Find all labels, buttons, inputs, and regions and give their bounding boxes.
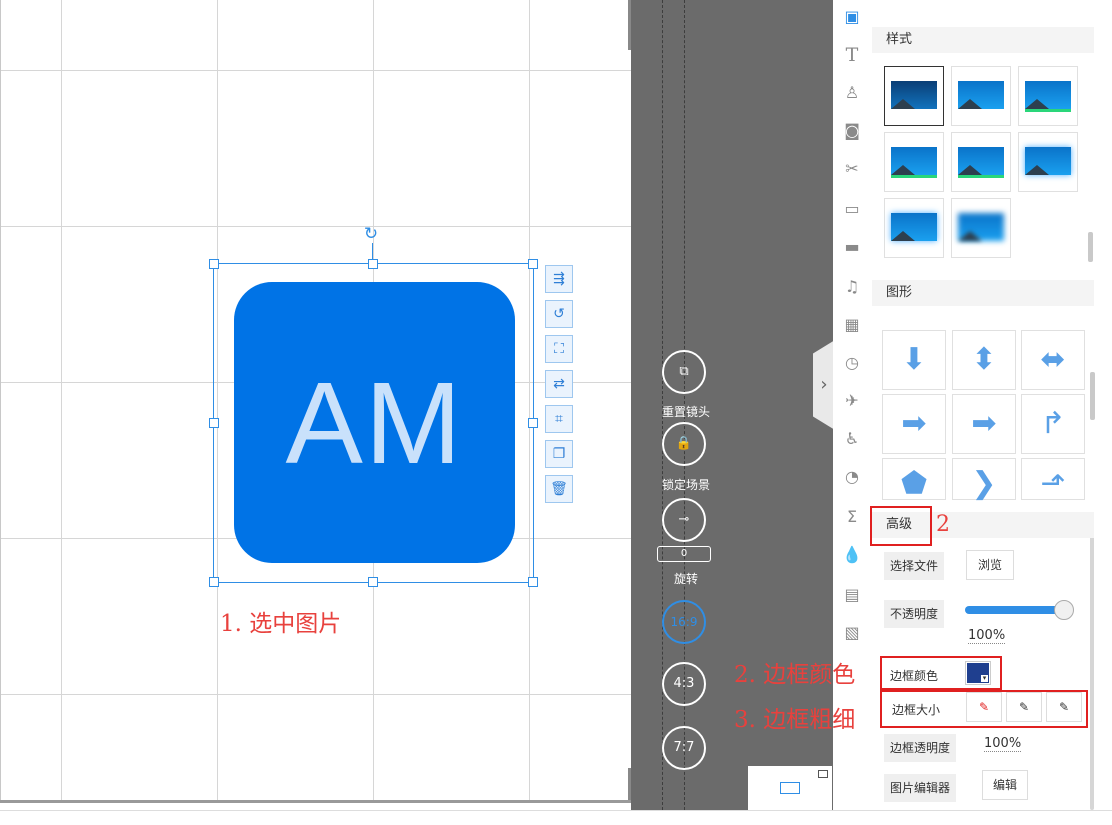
rotate-value[interactable]: 0 [657,546,711,562]
droplet-icon[interactable]: 💧 [841,544,863,566]
window-bottom [0,810,1112,825]
tag-shape[interactable]: ⬟ [882,458,946,501]
style-thumb[interactable] [1018,132,1078,192]
style-thumb[interactable] [951,132,1011,192]
image-toolbar: ⇶ ↺ ⛶ ⇄ ⌗ ❐ 🗑 [545,265,575,510]
shape-section-title: 图形 [872,280,1094,306]
resize-handle-l[interactable] [209,418,219,428]
lock-scene-button[interactable]: 🔒 [662,422,706,466]
style-thumb[interactable] [884,66,944,126]
music-icon[interactable]: ♫ [841,276,863,298]
maximize-icon[interactable] [818,770,828,778]
scanner-icon[interactable]: ▤ [841,584,863,606]
lock-scene-label: 锁定场景 [661,478,710,492]
text-icon[interactable]: T [841,44,863,66]
delete-icon[interactable]: 🗑 [545,475,573,503]
folder-icon[interactable]: ▬ [841,236,863,258]
arrow-up-turn-shape[interactable]: ⬏ [1021,458,1085,501]
edit-button[interactable]: 编辑 [982,770,1028,800]
browse-button[interactable]: 浏览 [966,550,1014,580]
plane-icon[interactable]: ✈ [841,390,863,412]
crop-icon[interactable]: ⛶ [545,335,573,363]
image-editor-label: 图片编辑器 [884,774,957,802]
layer-icon[interactable]: ❐ [545,440,573,468]
arrow-down-shape[interactable]: ⬇ [882,330,946,390]
arrow-leftright-shape[interactable]: ⬌ [1021,330,1085,390]
preview-icon [780,782,800,794]
style-thumb[interactable] [884,198,944,258]
resize-handle-br[interactable] [528,577,538,587]
arrow-right-shape[interactable]: ➡ [952,394,1016,454]
reset-lens-label: 重置镜头 [661,405,710,419]
style-thumb[interactable] [884,132,944,192]
image-text: AM [285,357,464,488]
selected-image[interactable]: AM [234,282,515,563]
style-thumb[interactable] [1018,66,1078,126]
annotation-border-color: 2. 边框颜色 [734,662,856,688]
annotation-select-image: 1. 选中图片 [220,611,342,637]
annotation-border-size: 3. 边框粗细 [734,707,856,733]
tools-icon[interactable]: ✂ [841,158,863,180]
highlight-border-size [880,690,1088,728]
sigma-icon[interactable]: Σ [841,506,863,528]
image-icon[interactable]: ▣ [841,6,863,28]
opacity-value: 100% [968,628,1006,644]
clock-icon[interactable]: ◷ [841,352,863,374]
panel-scrollbar[interactable] [1090,520,1094,810]
resize-handle-tl[interactable] [209,259,219,269]
border-opacity-value[interactable]: 100% [984,736,1022,752]
canvas-bottom-edge [0,800,632,803]
shape-scrollbar[interactable] [1090,372,1095,420]
opacity-slider-track[interactable] [965,606,1065,614]
picture-icon[interactable]: ▧ [841,622,863,644]
replace-icon[interactable]: ⇄ [545,370,573,398]
style-section-title: 样式 [872,27,1094,53]
highlight-border-color [880,656,1002,690]
style-scrollbar[interactable] [1088,232,1093,262]
camera-icon[interactable]: ◙ [841,120,863,142]
choose-file-label: 选择文件 [884,552,945,580]
pie-chart-icon[interactable]: ◔ [841,466,863,488]
speech-bubble-icon[interactable]: ▭ [841,198,863,220]
figure-icon[interactable]: ♙ [841,82,863,104]
person-icon[interactable]: ♿ [841,428,863,450]
rotate-handle-icon[interactable]: ↻ [362,225,380,243]
align-icon[interactable]: ⇶ [545,265,573,293]
annotation-advanced-number: 2 [936,512,950,537]
resize-handle-bl[interactable] [209,577,219,587]
opacity-slider-thumb[interactable] [1054,600,1074,620]
border-opacity-label: 边框透明度 [884,734,957,762]
arrow-updown-shape[interactable]: ⬍ [952,330,1016,390]
arrow-right-shape[interactable]: ➡ [882,394,946,454]
resize-handle-t[interactable] [368,259,378,269]
resize-handle-tr[interactable] [528,259,538,269]
film-icon[interactable]: ▦ [841,314,863,336]
rotate-label: 旋转 [673,572,698,586]
reset-lens-button[interactable]: ⧉ [662,350,706,394]
fit-icon[interactable]: ⌗ [545,405,573,433]
collapse-panel-chevron-icon[interactable]: › [813,340,835,430]
rotate-icon[interactable]: ↺ [545,300,573,328]
ratio-16-9-button[interactable]: 16:9 [662,600,706,644]
highlight-advanced [870,506,932,546]
ratio-4-3-button[interactable]: 4:3 [662,662,706,706]
ratio-7-7-button[interactable]: 7:7 [662,726,706,770]
style-thumb[interactable] [951,198,1011,258]
preview-box[interactable] [748,766,832,810]
chevron-shape[interactable]: ❯ [952,458,1016,501]
rotate-dial[interactable]: ⊸ [662,498,706,542]
resize-handle-r[interactable] [528,418,538,428]
opacity-label: 不透明度 [884,600,945,628]
arrow-turn-shape[interactable]: ↱ [1021,394,1085,454]
resize-handle-b[interactable] [368,577,378,587]
style-thumb[interactable] [951,66,1011,126]
